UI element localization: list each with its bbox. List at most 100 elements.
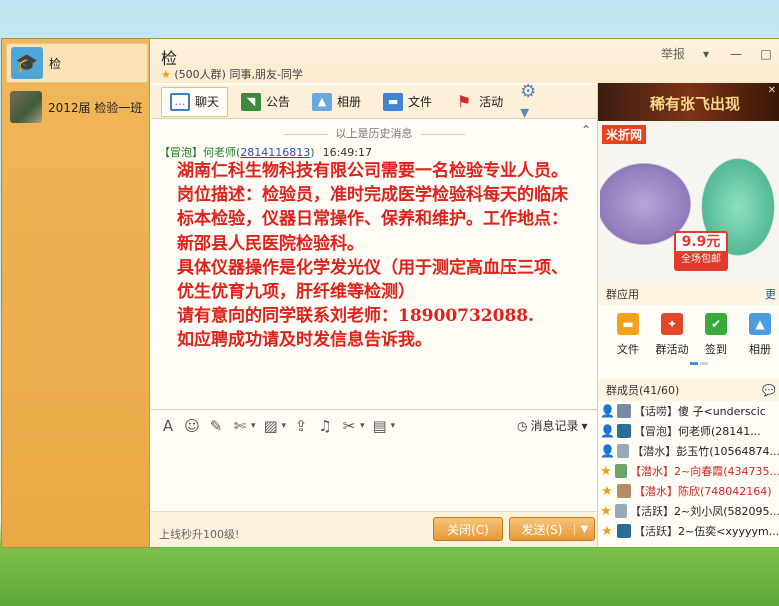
shake-icon[interactable]: ✎: [207, 417, 225, 435]
tab-label: 相册: [337, 95, 362, 109]
avatar: [615, 504, 627, 518]
scissors-icon[interactable]: ✂: [340, 417, 358, 435]
checkin-icon: ✔: [705, 313, 727, 335]
star-icon: ★: [601, 483, 613, 499]
close-button[interactable]: 关闭(C): [433, 517, 503, 541]
member-name: 何老师(28141...: [678, 425, 761, 438]
group-avatar: [10, 91, 42, 123]
member-tag: 【潜水】: [632, 445, 677, 458]
member-row[interactable]: ★ 【活跃】 2~伍奕<xyyyym...: [598, 521, 779, 541]
chevron-down-icon[interactable]: ▾: [360, 421, 365, 431]
tab-label: 文件: [408, 95, 433, 109]
event-icon: ✦: [661, 313, 683, 335]
music-icon[interactable]: ♫: [316, 417, 334, 435]
avatar: [617, 444, 630, 458]
collapse-icon[interactable]: ⌃: [581, 123, 591, 137]
close-icon[interactable]: ✕: [768, 85, 776, 96]
app-label: 文件: [617, 343, 639, 356]
conversation-name: 2012届 检验一班: [48, 100, 143, 115]
screenshot-icon[interactable]: ✄: [231, 417, 249, 435]
person-icon: 👤: [600, 424, 615, 438]
member-name: 傻 子<underscic: [678, 405, 766, 418]
emoji-icon[interactable]: ☺: [183, 417, 201, 435]
message-line: 湖南仁科生物科技有限公司需要一名检验专业人员。岗位描述：检验员，准时完成医学检验…: [177, 161, 568, 254]
star-icon: ★: [161, 68, 171, 81]
sender-name[interactable]: 【冒泡】何老师: [159, 146, 236, 159]
font-icon[interactable]: A: [159, 417, 177, 435]
group-apps: ▬ 文件 ✦ 群活动 ✔ 签到 ▲ 相册: [598, 309, 779, 369]
group-header: 检 ★ (500人群) 同事,朋友-同学 举报 ▾ — □: [151, 39, 779, 83]
ad-banner[interactable]: 稀有张飞出现 ✕: [598, 83, 779, 121]
person-icon: 👤: [600, 404, 615, 418]
tab-label: 活动: [479, 95, 504, 109]
maximize-icon[interactable]: □: [757, 46, 775, 62]
shoe-ad[interactable]: 米折网 9.9元 全场包邮: [598, 121, 779, 283]
message-line: 具体仪器操作是化学发光仪（用于测定高血压三项、优生优育九项，肝纤维等检测）: [177, 257, 568, 303]
message-input[interactable]: [151, 441, 597, 511]
upload-icon[interactable]: ⇪: [292, 417, 310, 435]
group-apps-title: 群应用 更: [598, 283, 779, 305]
member-tag: 【活跃】: [634, 525, 678, 538]
tab-files[interactable]: ▬ 文件: [374, 87, 441, 117]
app-label: 签到: [705, 343, 727, 356]
chevron-down-icon: ▾: [581, 418, 588, 433]
level-tip[interactable]: 上线秒升100级!: [159, 526, 239, 542]
price-tag: 9.9元 全场包邮: [674, 231, 728, 271]
ad-brand: 米折网: [602, 125, 647, 144]
tab-label: 聊天: [195, 95, 220, 109]
conversation-item-active[interactable]: 🎓 检: [6, 43, 148, 83]
group-category[interactable]: 同事,朋友-同学: [229, 68, 302, 81]
more-link[interactable]: 更: [765, 286, 776, 302]
ad-free-shipping: 全场包邮: [676, 251, 726, 269]
sender-qq[interactable]: 2814116813: [240, 146, 310, 159]
member-row[interactable]: 👤 【话唠】傻 子<underscic: [598, 401, 779, 421]
report-button[interactable]: 举报: [661, 45, 685, 62]
chevron-down-icon[interactable]: ▾: [251, 421, 256, 431]
send-label: 发送(S): [521, 522, 563, 537]
app-label: 群活动: [655, 343, 689, 356]
chevron-down-icon[interactable]: ▾: [391, 421, 396, 431]
star-icon: ★: [600, 463, 612, 479]
member-name: 2~伍奕<xyyyym...: [678, 525, 779, 538]
avatar: [617, 424, 631, 438]
history-label: 消息记录: [530, 419, 579, 433]
album-icon: ▲: [749, 313, 771, 335]
tab-chat[interactable]: … 聊天: [161, 86, 229, 117]
avatar: [615, 464, 627, 478]
gear-icon[interactable]: ⚙ ▾: [520, 81, 544, 123]
folder-icon: ▬: [383, 92, 404, 111]
message-line: 如应聘成功请及时发信息告诉我。: [177, 330, 432, 351]
album-icon: ▲: [312, 92, 333, 111]
member-row[interactable]: ★ 【潜水】 2~向春霞(434735...: [598, 461, 779, 481]
pager-dots[interactable]: [690, 362, 708, 365]
app-album[interactable]: ▲ 相册: [740, 309, 779, 369]
member-count: (500人群): [174, 68, 226, 81]
member-name: 2~刘小凤(582095...: [674, 505, 779, 518]
app-files[interactable]: ▬ 文件: [608, 309, 648, 369]
tab-notice[interactable]: ◥ 公告: [232, 87, 299, 117]
member-row[interactable]: ★ 【潜水】 陈欣(748042164): [598, 481, 779, 501]
app-events[interactable]: ✦ 群活动: [652, 309, 692, 369]
star-icon: ★: [600, 503, 612, 519]
window-controls: 举报 ▾ — □: [661, 45, 775, 62]
tab-album[interactable]: ▲ 相册: [303, 87, 370, 117]
tab-events[interactable]: ⚑ 活动: [445, 87, 512, 117]
member-list: 👤 【话唠】傻 子<underscic 👤 【冒泡】 何老师(28141... 👤…: [598, 401, 779, 541]
member-tag: 【活跃】: [630, 505, 674, 518]
conversation-item-class[interactable]: 2012届 检验一班: [6, 87, 148, 127]
chevron-down-icon[interactable]: ▼: [574, 523, 594, 535]
section-title: 群应用: [606, 288, 639, 301]
message-history-button[interactable]: ◷ 消息记录 ▾: [517, 417, 588, 434]
image-icon[interactable]: ▨: [262, 417, 280, 435]
chat-bubble-icon[interactable]: 💬: [762, 384, 776, 397]
tab-bar: … 聊天 ◥ 公告 ▲ 相册 ▬ 文件 ⚑ 活动 ⚙ ▾: [151, 81, 597, 123]
chevron-down-icon[interactable]: ▾: [697, 46, 715, 62]
member-row[interactable]: ★ 【活跃】 2~刘小凤(582095...: [598, 501, 779, 521]
member-row[interactable]: 👤 【潜水】 彭玉竹(10564874...: [598, 441, 779, 461]
app-checkin[interactable]: ✔ 签到: [696, 309, 736, 369]
gift-icon[interactable]: ▤: [371, 417, 389, 435]
member-row[interactable]: 👤 【冒泡】 何老师(28141...: [598, 421, 779, 441]
send-button[interactable]: 发送(S) ▼: [509, 517, 595, 541]
minimize-icon[interactable]: —: [727, 46, 745, 62]
chevron-down-icon[interactable]: ▾: [282, 421, 287, 431]
